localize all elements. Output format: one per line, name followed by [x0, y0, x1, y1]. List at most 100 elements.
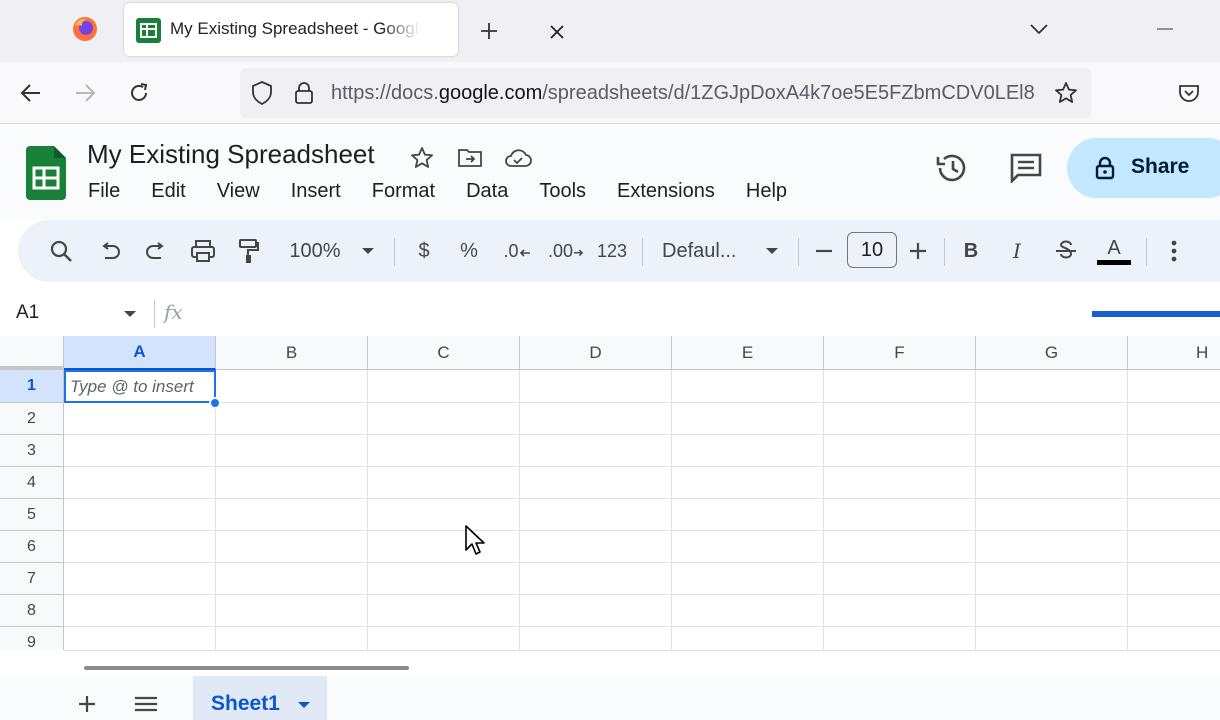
more-formats-button[interactable]: 123 [594, 234, 630, 268]
lock-icon[interactable] [291, 80, 317, 106]
column-header-b[interactable]: B [216, 336, 368, 370]
name-box[interactable]: A1 [16, 302, 76, 326]
shield-icon[interactable] [249, 80, 275, 106]
row-header-5[interactable]: 5 [0, 499, 64, 531]
row-header-6[interactable]: 6 [0, 531, 64, 563]
spreadsheet-grid[interactable]: A B C D E F G H 1 2 3 4 5 6 7 8 9 Type @… [0, 336, 1220, 650]
tab-title: My Existing Spreadsheet - Google Sheets [170, 19, 420, 38]
formula-input[interactable] [200, 296, 1080, 332]
star-icon[interactable] [408, 144, 436, 172]
print-icon[interactable] [188, 234, 218, 268]
grid-line [64, 530, 1220, 531]
new-tab-plus-icon[interactable] [474, 16, 504, 46]
comments-icon[interactable] [1008, 150, 1044, 186]
row-header-8[interactable]: 8 [0, 595, 64, 627]
cell-placeholder-hint: Type @ to insert [70, 377, 194, 396]
row-header-9[interactable]: 9 [0, 627, 64, 650]
name-box-dropdown-icon[interactable] [120, 304, 140, 324]
arrow-right-icon [573, 249, 584, 257]
add-sheet-icon[interactable] [72, 690, 102, 718]
browser-nav-bar: https://docs.google.com/spreadsheets/d/1… [0, 62, 1220, 124]
decrease-decimal-button[interactable]: .0 [500, 234, 534, 268]
select-all-corner[interactable] [0, 336, 64, 370]
column-header-h[interactable]: H [1128, 336, 1220, 370]
sheet-tab-dropdown-icon[interactable] [295, 696, 313, 714]
close-tab-icon[interactable] [544, 19, 570, 45]
strikethrough-icon[interactable] [1052, 234, 1080, 268]
share-button[interactable]: Share [1067, 138, 1220, 198]
column-header-c[interactable]: C [368, 336, 520, 370]
cloud-saved-icon[interactable] [504, 144, 532, 172]
paint-format-icon[interactable] [234, 234, 264, 268]
minimize-window-icon[interactable] [1150, 14, 1180, 44]
browser-tab-active[interactable]: My Existing Spreadsheet - Google Sheets [124, 3, 564, 56]
menu-data[interactable]: Data [458, 178, 516, 204]
grid-line [975, 370, 976, 650]
column-header-a[interactable]: A [64, 336, 216, 370]
search-icon[interactable] [46, 234, 76, 268]
column-header-e[interactable]: E [672, 336, 824, 370]
move-folder-icon[interactable] [456, 144, 484, 172]
column-header-f[interactable]: F [824, 336, 976, 370]
currency-format-button[interactable]: $ [412, 234, 436, 268]
menu-help[interactable]: Help [738, 178, 795, 204]
menu-extensions[interactable]: Extensions [609, 178, 723, 204]
text-color-label: A [1107, 236, 1121, 259]
percent-format-button[interactable]: % [456, 234, 482, 268]
sheets-favicon-icon [136, 18, 161, 43]
increase-decimal-button[interactable]: .00 [548, 234, 584, 268]
chevron-down-icon[interactable] [1024, 14, 1054, 44]
active-cell-a1[interactable]: Type @ to insert [64, 370, 216, 403]
grid-line [64, 498, 1220, 499]
zoom-select[interactable]: 100% [284, 234, 346, 268]
toolbar-divider [944, 238, 945, 266]
menu-view[interactable]: View [209, 178, 268, 204]
text-color-button[interactable]: A [1096, 234, 1132, 268]
menu-edit[interactable]: Edit [143, 178, 193, 204]
font-family-select[interactable]: Defaul... [662, 234, 752, 268]
text-color-swatch [1097, 259, 1131, 265]
sheets-logo-icon[interactable] [26, 146, 66, 200]
column-header-g[interactable]: G [976, 336, 1128, 370]
pocket-icon[interactable] [1174, 78, 1204, 108]
decrease-font-size-icon[interactable] [812, 234, 836, 268]
horizontal-scrollbar[interactable] [64, 650, 1220, 676]
increase-font-size-icon[interactable] [906, 234, 930, 268]
row-header-7[interactable]: 7 [0, 563, 64, 595]
share-label: Share [1131, 155, 1190, 178]
fill-handle[interactable] [209, 397, 221, 409]
menu-insert[interactable]: Insert [283, 178, 349, 204]
document-title[interactable]: My Existing Spreadsheet [87, 139, 375, 171]
url-bar[interactable]: https://docs.google.com/spreadsheets/d/1… [240, 68, 1091, 118]
sheet-tab-bar: Sheet1 [0, 676, 1220, 720]
font-size-input[interactable]: 10 [847, 232, 897, 268]
back-arrow-icon[interactable] [16, 78, 46, 108]
forward-arrow-icon[interactable] [70, 78, 100, 108]
font-dropdown-icon[interactable] [762, 234, 782, 268]
all-sheets-menu-icon[interactable] [131, 690, 161, 718]
zoom-dropdown-icon[interactable] [358, 234, 378, 268]
lock-icon [1091, 154, 1119, 182]
italic-button[interactable]: I [1004, 234, 1030, 268]
undo-icon[interactable] [96, 234, 124, 268]
row-header-3[interactable]: 3 [0, 435, 64, 467]
toolbar-divider [642, 238, 643, 266]
bold-button[interactable]: B [958, 234, 984, 268]
row-header-1[interactable]: 1 [0, 370, 64, 403]
column-header-d[interactable]: D [520, 336, 672, 370]
row-header-2[interactable]: 2 [0, 403, 64, 435]
menu-tools[interactable]: Tools [531, 178, 594, 204]
menu-format[interactable]: Format [364, 178, 443, 204]
more-options-icon[interactable] [1162, 234, 1186, 268]
version-history-icon[interactable] [934, 150, 970, 186]
bookmark-star-icon[interactable] [1052, 79, 1080, 107]
sheet-tab-sheet1[interactable]: Sheet1 [193, 676, 327, 720]
reload-icon[interactable] [124, 78, 154, 108]
grid-line [519, 370, 520, 650]
menu-file[interactable]: File [80, 178, 128, 204]
redo-icon[interactable] [142, 234, 170, 268]
url-text[interactable]: https://docs.google.com/spreadsheets/d/1… [331, 82, 1043, 106]
row-header-4[interactable]: 4 [0, 467, 64, 499]
firefox-icon[interactable] [70, 14, 100, 44]
scrollbar-thumb[interactable] [84, 666, 409, 670]
